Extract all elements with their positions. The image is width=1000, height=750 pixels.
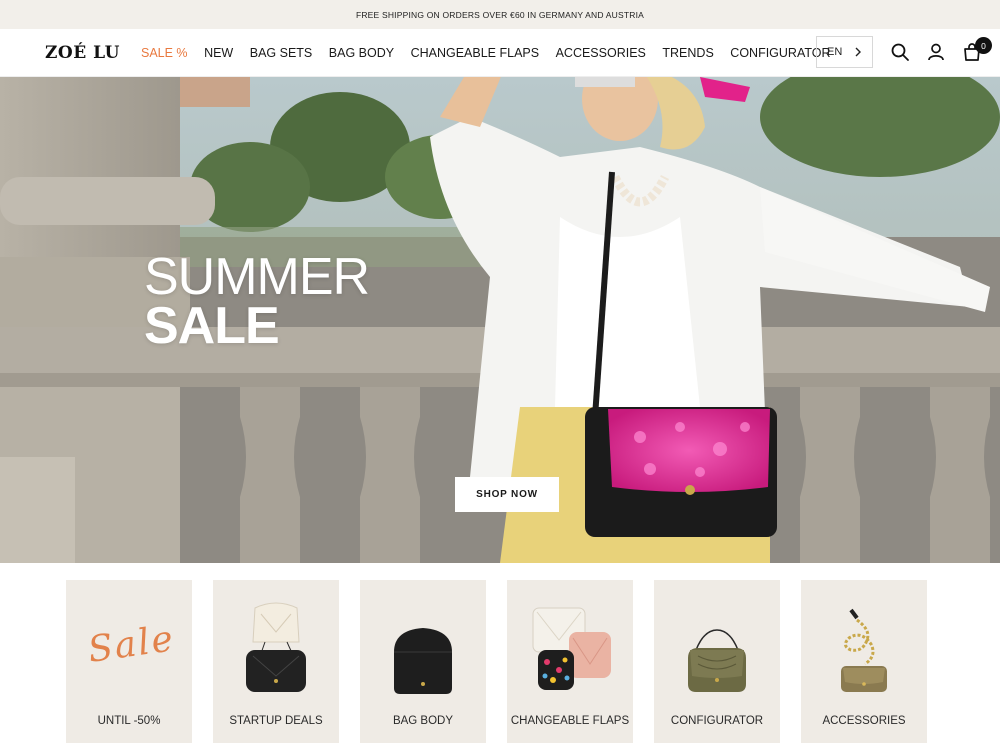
nav-item-new[interactable]: NEW [204, 46, 233, 60]
brand-logo[interactable]: ZOÉ LU [45, 43, 120, 63]
site-header: ZOÉ LU SALE % NEW BAG SETS BAG BODY CHAN… [0, 29, 1000, 77]
category-label: CONFIGURATOR [670, 715, 764, 727]
shop-now-button[interactable]: SHOP NOW [455, 477, 559, 512]
main-nav: SALE % NEW BAG SETS BAG BODY CHANGEABLE … [141, 46, 847, 60]
chevron-right-icon [855, 47, 861, 57]
category-tile-bag-body[interactable]: BAG BODY [360, 580, 486, 743]
nav-item-bag-sets[interactable]: BAG SETS [250, 46, 313, 60]
category-label: STARTUP DEALS [229, 715, 323, 727]
account-icon[interactable] [926, 42, 946, 62]
hero-title-line-2: SALE [144, 297, 280, 356]
hero-title: SUMMER SALE [144, 248, 370, 356]
nav-item-trends[interactable]: TRENDS [662, 46, 713, 60]
nav-item-sale[interactable]: SALE % [141, 46, 188, 60]
announcement-bar: FREE SHIPPING ON ORDERS OVER €60 IN GERM… [0, 0, 1000, 29]
hero-title-line-1: SUMMER [144, 248, 370, 306]
announcement-text: FREE SHIPPING ON ORDERS OVER €60 IN GERM… [355, 9, 645, 20]
language-label: EN [827, 46, 843, 58]
category-tile-configurator[interactable]: CONFIGURATOR [654, 580, 780, 743]
category-label: CHANGEABLE FLAPS [510, 715, 630, 727]
category-tile-accessories[interactable]: ACCESSORIES [801, 580, 927, 743]
nav-item-bag-body[interactable]: BAG BODY [329, 46, 394, 60]
hero-banner[interactable]: SUMMER SALE SHOP NOW [0, 77, 1000, 563]
cart-count-badge: 0 [975, 37, 992, 54]
category-label: BAG BODY [392, 715, 454, 727]
category-tile-sale[interactable]: Sale UNTIL -50% [66, 580, 192, 743]
category-label: UNTIL -50% [97, 715, 161, 727]
category-tiles: Sale UNTIL -50% STARTUP DEALS BAG BODY C… [0, 563, 1000, 750]
category-label: ACCESSORIES [822, 715, 906, 727]
search-icon[interactable] [890, 42, 910, 62]
language-selector[interactable]: EN [816, 36, 873, 68]
nav-item-changeable-flaps[interactable]: CHANGEABLE FLAPS [411, 46, 540, 60]
sale-script-text: Sale [85, 618, 178, 671]
nav-item-accessories[interactable]: ACCESSORIES [556, 46, 646, 60]
category-tile-changeable-flaps[interactable]: CHANGEABLE FLAPS [507, 580, 633, 743]
category-tile-startup-deals[interactable]: STARTUP DEALS [213, 580, 339, 743]
